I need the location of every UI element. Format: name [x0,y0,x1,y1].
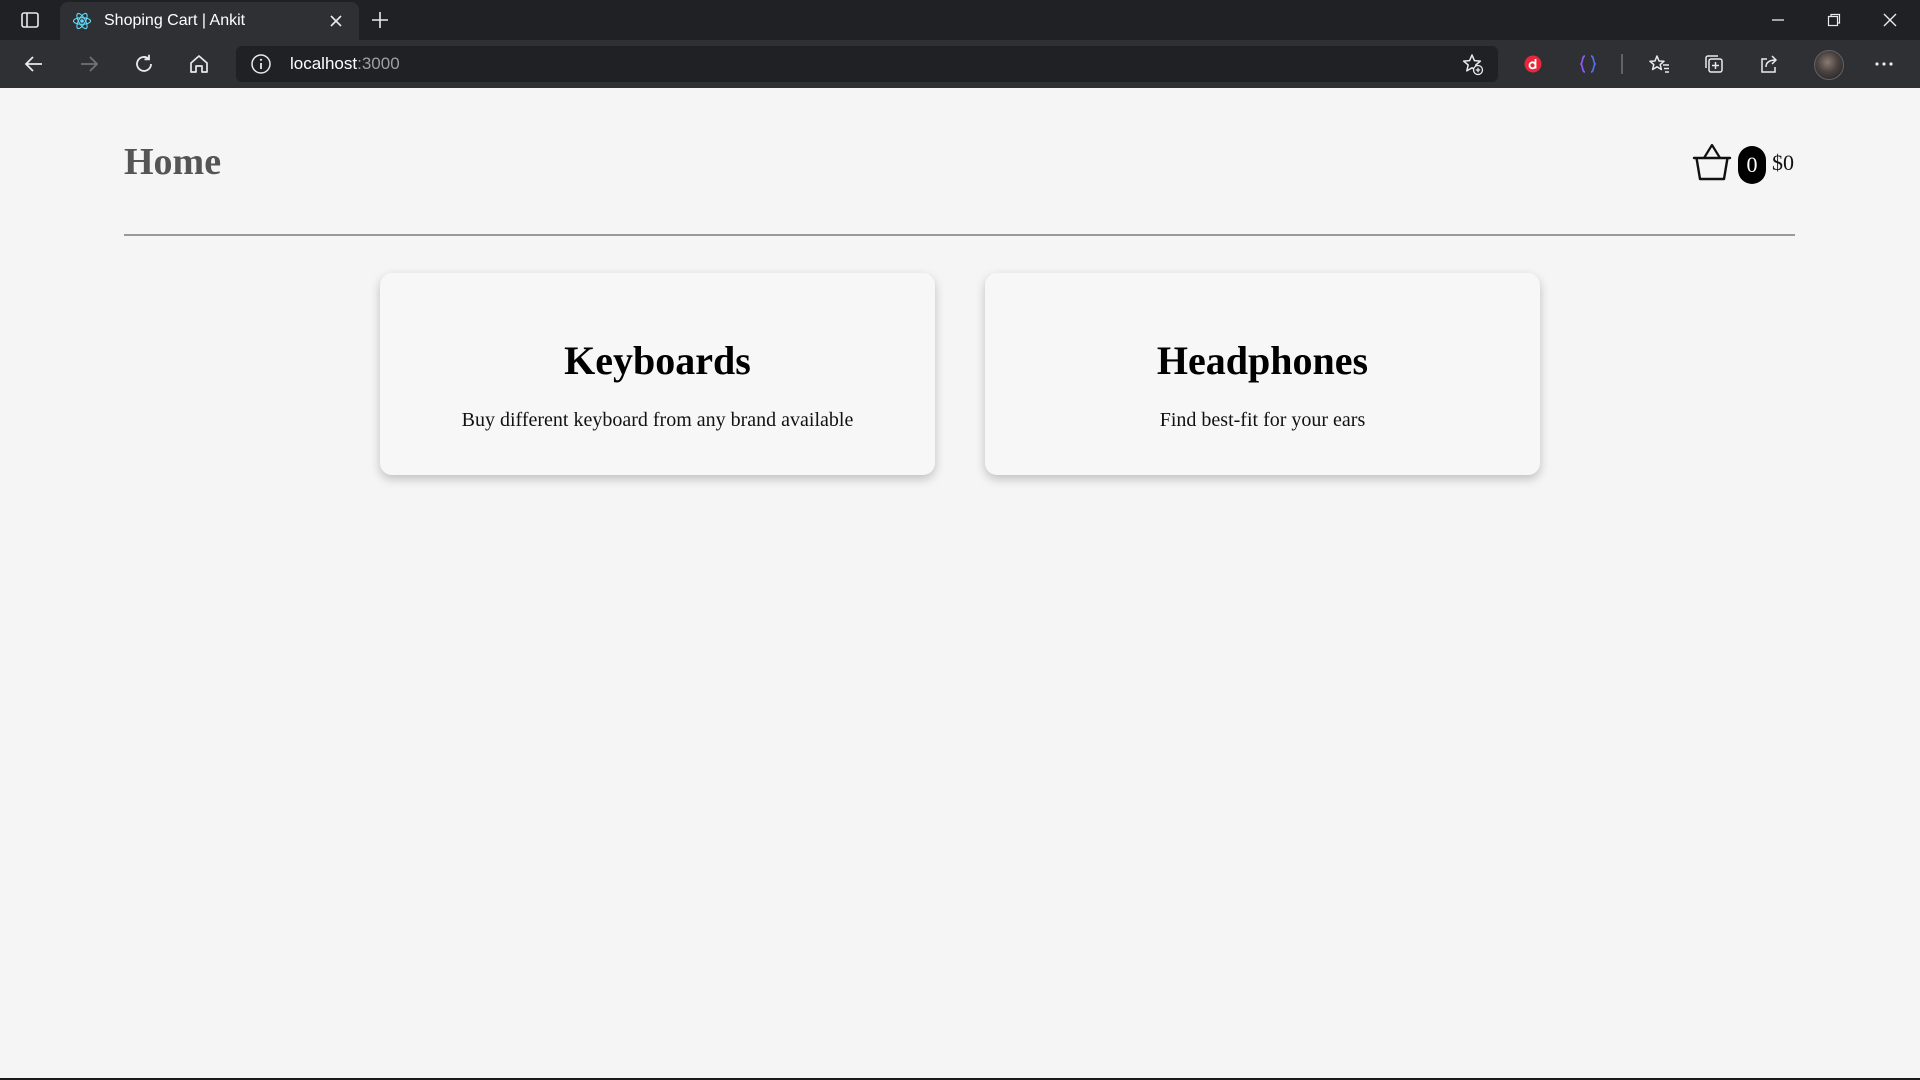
star-add-icon[interactable] [1460,52,1484,76]
tab-actions-icon [21,12,39,28]
share-button[interactable] [1751,48,1787,80]
extension-red-icon [1524,55,1542,73]
share-icon [1761,55,1778,73]
extension-braces-button[interactable] [1570,48,1606,80]
plus-icon [372,12,388,28]
extension-red-button[interactable] [1515,48,1551,80]
refresh-button[interactable] [126,48,162,80]
info-icon[interactable] [250,53,272,75]
browser-title-bar: Shoping Cart | Ankit [0,0,1920,40]
url-host: localhost [290,54,358,73]
collections-button[interactable] [1696,48,1732,80]
category-card-keyboards[interactable]: Keyboards Buy different keyboard from an… [380,273,935,475]
url-text[interactable]: localhost:3000 [290,54,400,74]
back-button[interactable] [16,48,52,80]
arrow-right-icon [81,56,99,72]
address-bar[interactable]: localhost:3000 [236,46,1498,82]
forward-button[interactable] [71,48,107,80]
basket-icon[interactable] [1690,140,1734,184]
react-icon [72,12,92,30]
new-tab-button[interactable] [366,8,394,32]
cart-total: $0 [1772,150,1794,175]
close-icon [1883,13,1897,27]
more-icon [1875,62,1893,66]
cart-count-badge: 0 [1738,146,1766,184]
favorites-button[interactable] [1641,48,1677,80]
card-title: Headphones [1156,338,1369,383]
restore-icon [1827,13,1841,27]
browser-tab-active[interactable]: Shoping Cart | Ankit [60,2,359,40]
refresh-icon [136,54,152,72]
close-tab-button[interactable] [326,11,346,31]
header-divider [124,234,1795,236]
card-title: Keyboards [564,338,751,383]
minimize-icon [1772,19,1784,21]
extension-braces-icon [1579,55,1597,73]
card-description: Find best-fit for your ears [1159,409,1366,431]
toolbar-separator [1621,54,1623,74]
page-title[interactable]: Home [124,140,221,184]
close-icon [330,15,342,27]
url-port: :3000 [357,54,400,73]
close-window-button[interactable] [1862,0,1918,40]
category-card-headphones[interactable]: Headphones Find best-fit for your ears [985,273,1540,475]
home-icon [190,55,208,73]
avatar[interactable] [1814,50,1844,80]
tab-actions-button[interactable] [14,8,46,32]
card-description: Buy different keyboard from any brand av… [461,409,854,431]
page-content: Home 0 $0 Keyboards Buy different keyboa… [0,88,1920,1080]
home-button[interactable] [181,48,217,80]
minimize-button[interactable] [1750,0,1806,40]
collections-icon [1705,55,1723,73]
tab-title: Shoping Cart | Ankit [104,12,246,29]
arrow-left-icon [24,56,42,72]
more-button[interactable] [1866,48,1902,80]
browser-toolbar: localhost:3000 [0,40,1920,88]
favorites-icon [1649,55,1669,73]
restore-button[interactable] [1806,0,1862,40]
